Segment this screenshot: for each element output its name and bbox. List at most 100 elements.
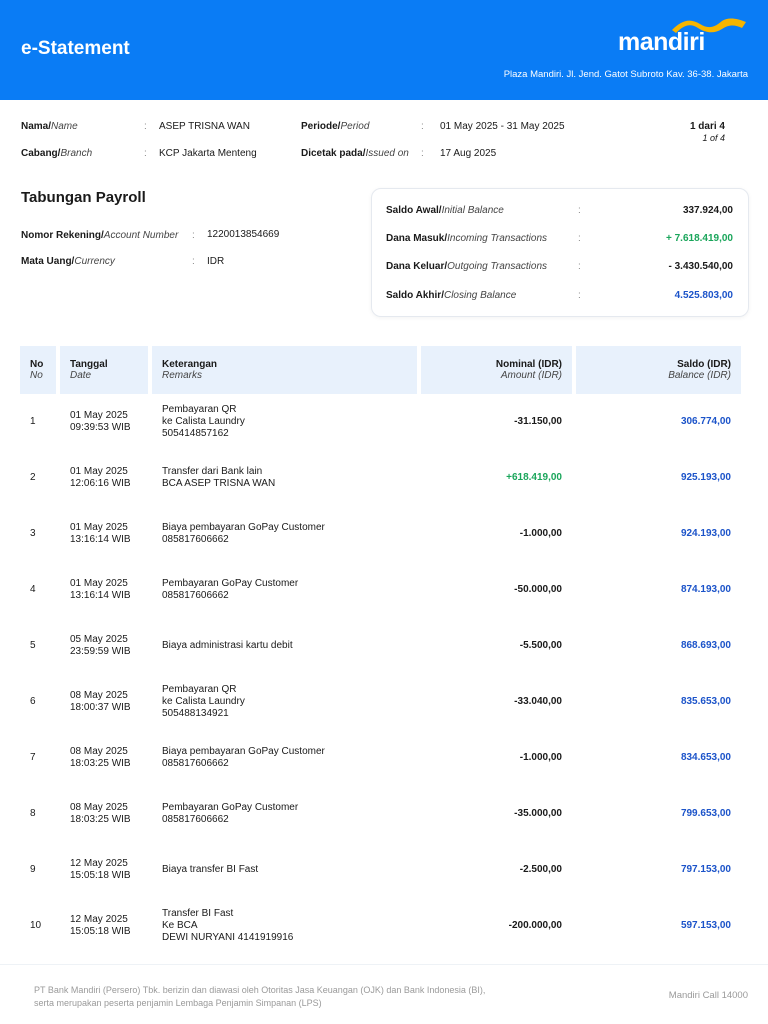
- col-date: Tanggal Date: [60, 346, 148, 394]
- period-label: Periode/Period: [301, 121, 370, 132]
- table-row: 8 08 May 2025 18:03:25 WIB Pembayaran GoPay…: [20, 786, 741, 842]
- table-row: 4 01 May 2025 13:16:14 WIB Pembayaran GoPay…: [20, 562, 741, 618]
- row-balance: 306.774,00: [680, 416, 731, 427]
- col-no: No No: [20, 346, 56, 394]
- remark-line: Ke BCA: [162, 920, 198, 931]
- row-no: 1: [30, 416, 36, 427]
- row-no: 6: [30, 696, 36, 707]
- row-balance: 924.193,00: [680, 528, 731, 539]
- row-balance: 799.653,00: [680, 808, 731, 819]
- row-remarks: Biaya pembayaran GoPay Customer 085817606…: [152, 730, 417, 786]
- row-date: 05 May 2025 23:59:59 WIB: [70, 634, 131, 657]
- row-balance: 868.693,00: [680, 640, 731, 651]
- col-amount: Nominal (IDR) Amount (IDR): [421, 346, 572, 394]
- page-title: e-Statement: [21, 38, 130, 59]
- row-no: 4: [30, 584, 36, 595]
- call-center: Mandiri Call 14000: [668, 990, 748, 1001]
- outgoing-row: Dana Keluar/Outgoing Transactions: - 3.43…: [386, 261, 733, 272]
- row-no: 8: [30, 808, 36, 819]
- mandiri-logo: mandiri: [618, 16, 748, 60]
- footer: PT Bank Mandiri (Persero) Tbk. berizin d…: [0, 964, 768, 1024]
- colon: :: [421, 121, 424, 132]
- colon: :: [192, 230, 195, 241]
- currency-label: Mata Uang/Currency: [21, 256, 115, 267]
- row-amount: -1.000,00: [519, 528, 562, 539]
- initial-balance-row: Saldo Awal/Initial Balance:337.924,00: [386, 205, 733, 216]
- issued-value: 17 Aug 2025: [440, 148, 497, 159]
- page-indicator: 1 dari 4: [689, 121, 725, 132]
- row-date: 08 May 2025 18:00:37 WIB: [70, 690, 131, 713]
- row-date: 08 May 2025 18:03:25 WIB: [70, 746, 131, 769]
- row-amount: -200.000,00: [508, 920, 562, 931]
- remark-line: BCA ASEP TRISNA WAN: [162, 478, 276, 489]
- remark-line: 505414857162: [162, 428, 229, 439]
- row-remarks: Biaya administrasi kartu debit: [152, 618, 417, 674]
- row-amount: -35.000,00: [514, 808, 562, 819]
- remark-line: ke Calista Laundry: [162, 696, 245, 707]
- account-type-title: Tabungan Payroll: [21, 189, 146, 206]
- table-row: 2 01 May 2025 12:06:16 WIB Transfer dari Ba…: [20, 450, 741, 506]
- remark-line: DEWI NURYANI 4141919916: [162, 932, 294, 943]
- remark-line: Pembayaran GoPay Customer: [162, 578, 299, 589]
- page-indicator-en: 1 of 4: [702, 133, 725, 143]
- outgoing-value: - 3.430.540,00: [668, 261, 734, 272]
- period-value: 01 May 2025 - 31 May 2025: [440, 121, 565, 132]
- table-row: 5 05 May 2025 23:59:59 WIB Biaya administra…: [20, 618, 741, 674]
- row-remarks: Pembayaran GoPay Customer 085817606662: [152, 562, 417, 618]
- colon: :: [144, 148, 147, 159]
- remark-line: Biaya administrasi kartu debit: [162, 640, 293, 651]
- logo-text: mandiri: [618, 28, 705, 56]
- remark-line: ke Calista Laundry: [162, 416, 245, 427]
- row-remarks: Pembayaran QR ke Calista Laundry 505488134…: [152, 674, 417, 730]
- table-row: 7 08 May 2025 18:03:25 WIB Biaya pembayaran…: [20, 730, 741, 786]
- colon: :: [192, 256, 195, 267]
- remark-line: 085817606662: [162, 590, 229, 601]
- row-no: 10: [30, 920, 42, 931]
- transactions-table: No No Tanggal Date Keterangan Remarks Nomin…: [16, 346, 745, 954]
- remark-line: Pembayaran QR: [162, 684, 237, 695]
- remark-line: 505488134921: [162, 708, 229, 719]
- remark-line: 085817606662: [162, 758, 229, 769]
- col-remarks: Keterangan Remarks: [152, 346, 417, 394]
- colon: :: [421, 148, 424, 159]
- row-balance: 597.153,00: [680, 920, 731, 931]
- row-balance: 835.653,00: [680, 696, 731, 707]
- remark-line: Biaya pembayaran GoPay Customer: [162, 522, 325, 533]
- row-date: 08 May 2025 18:03:25 WIB: [70, 802, 131, 825]
- row-no: 2: [30, 472, 36, 483]
- row-balance: 797.153,00: [680, 864, 731, 875]
- bank-address: Plaza Mandiri. Jl. Jend. Gatot Subroto K…: [503, 69, 748, 80]
- account-number: 1220013854669: [207, 229, 280, 240]
- closing-balance-row: Saldo Akhir/Closing Balance:4.525.803,00: [386, 290, 733, 301]
- table-row: 6 08 May 2025 18:00:37 WIB Pembayaran QR ke …: [20, 674, 741, 730]
- remark-line: Pembayaran QR: [162, 404, 237, 415]
- row-amount: +618.419,00: [506, 472, 562, 483]
- remark-line: Transfer dari Bank lain: [162, 466, 263, 477]
- row-remarks: Transfer dari Bank lain BCA ASEP TRISNA W…: [152, 450, 417, 506]
- row-no: 9: [30, 864, 36, 875]
- row-remarks: Transfer BI Fast Ke BCA DEWI NURYANI 41419…: [152, 898, 417, 954]
- currency-value: IDR: [207, 256, 225, 267]
- remark-line: 085817606662: [162, 814, 229, 825]
- row-balance: 874.193,00: [680, 584, 731, 595]
- closing-balance-value: 4.525.803,00: [674, 290, 733, 301]
- account-number-label: Nomor Rekening/Account Number: [21, 230, 179, 241]
- row-amount: -50.000,00: [514, 584, 562, 595]
- row-amount: -5.500,00: [519, 640, 562, 651]
- table-row: 10 12 May 2025 15:05:18 WIB Transfer BI Fas…: [20, 898, 741, 954]
- remark-line: Biaya pembayaran GoPay Customer: [162, 746, 325, 757]
- row-no: 5: [30, 640, 36, 651]
- colon: :: [144, 121, 147, 132]
- row-remarks: Pembayaran GoPay Customer 085817606662: [152, 786, 417, 842]
- name-label: Nama/Name: [21, 121, 78, 132]
- row-remarks: Pembayaran QR ke Calista Laundry 505414857…: [152, 394, 417, 450]
- incoming-row: Dana Masuk/Incoming Transactions: + 7.618…: [386, 233, 733, 244]
- row-amount: -1.000,00: [519, 752, 562, 763]
- row-remarks: Biaya pembayaran GoPay Customer 085817606…: [152, 506, 417, 562]
- row-balance: 834.653,00: [680, 752, 731, 763]
- branch-label: Cabang/Branch: [21, 148, 93, 159]
- row-date: 01 May 2025 13:16:14 WIB: [70, 578, 131, 601]
- row-amount: -33.040,00: [514, 696, 562, 707]
- table-row: 9 12 May 2025 15:05:18 WIB Biaya transfer B…: [20, 842, 741, 898]
- remark-line: Transfer BI Fast: [162, 908, 234, 919]
